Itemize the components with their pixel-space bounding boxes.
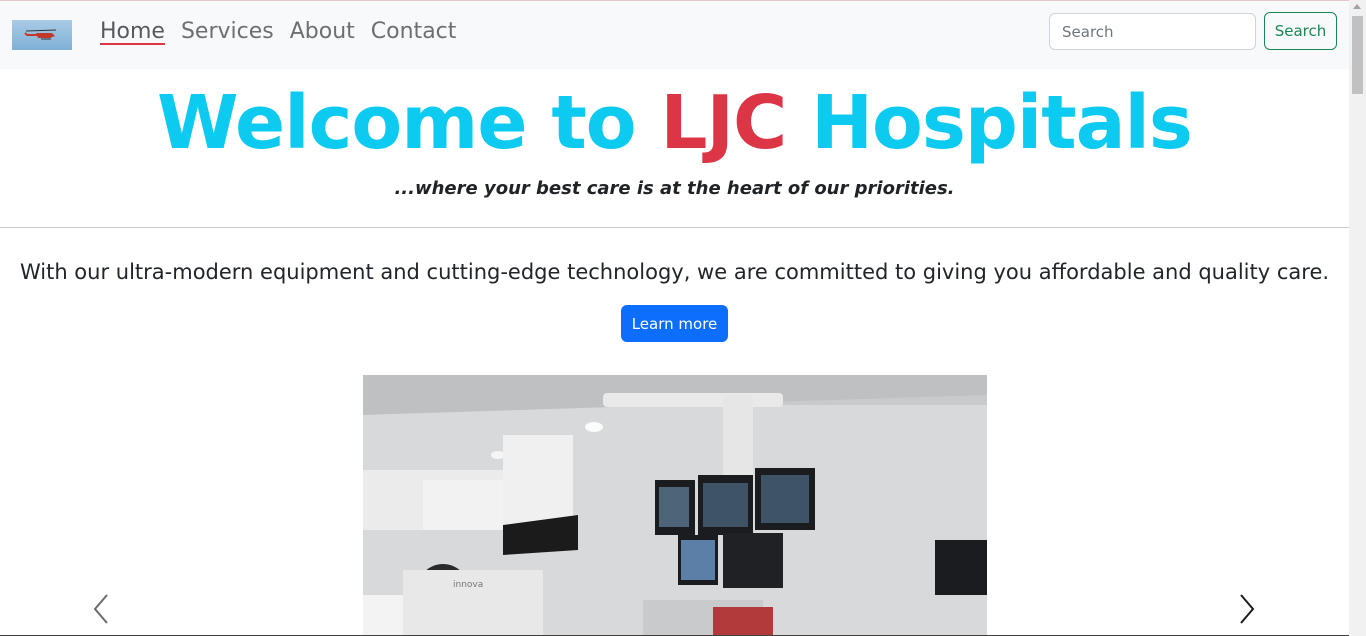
navbar: Home Services About Contact Search (0, 0, 1349, 69)
search-button[interactable]: Search (1264, 12, 1337, 50)
page-title: Welcome to LJC Hospitals (0, 80, 1349, 166)
chevron-right-icon (1240, 594, 1255, 624)
scroll-thumb[interactable] (1352, 16, 1363, 94)
machine-label: innova (453, 580, 483, 590)
nav-links: Home Services About Contact (100, 17, 456, 47)
scrollbar[interactable] (1349, 0, 1366, 636)
title-brand: LJC (660, 80, 787, 166)
helicopter-icon (24, 29, 57, 40)
divider (0, 227, 1349, 228)
carousel-prev-button[interactable] (86, 592, 116, 626)
search-input[interactable] (1049, 13, 1256, 50)
carousel-next-button[interactable] (1233, 592, 1263, 626)
carousel-image: innova (363, 375, 987, 636)
intro-text: With our ultra-modern equipment and cutt… (19, 260, 1330, 284)
nav-home[interactable]: Home (100, 17, 165, 47)
learn-more-button[interactable]: Learn more (621, 305, 728, 342)
nav-about[interactable]: About (290, 17, 355, 47)
logo[interactable] (12, 20, 72, 50)
nav-services[interactable]: Services (181, 17, 274, 47)
scroll-up-icon[interactable] (1353, 4, 1361, 9)
title-suffix: Hospitals (786, 80, 1193, 166)
tagline: ...where your best care is at the heart … (394, 178, 955, 199)
nav-contact[interactable]: Contact (371, 17, 457, 47)
operating-room-image: innova (363, 375, 987, 636)
carousel: innova (0, 375, 1349, 636)
chevron-left-icon (93, 594, 108, 624)
title-prefix: Welcome to (157, 80, 661, 166)
